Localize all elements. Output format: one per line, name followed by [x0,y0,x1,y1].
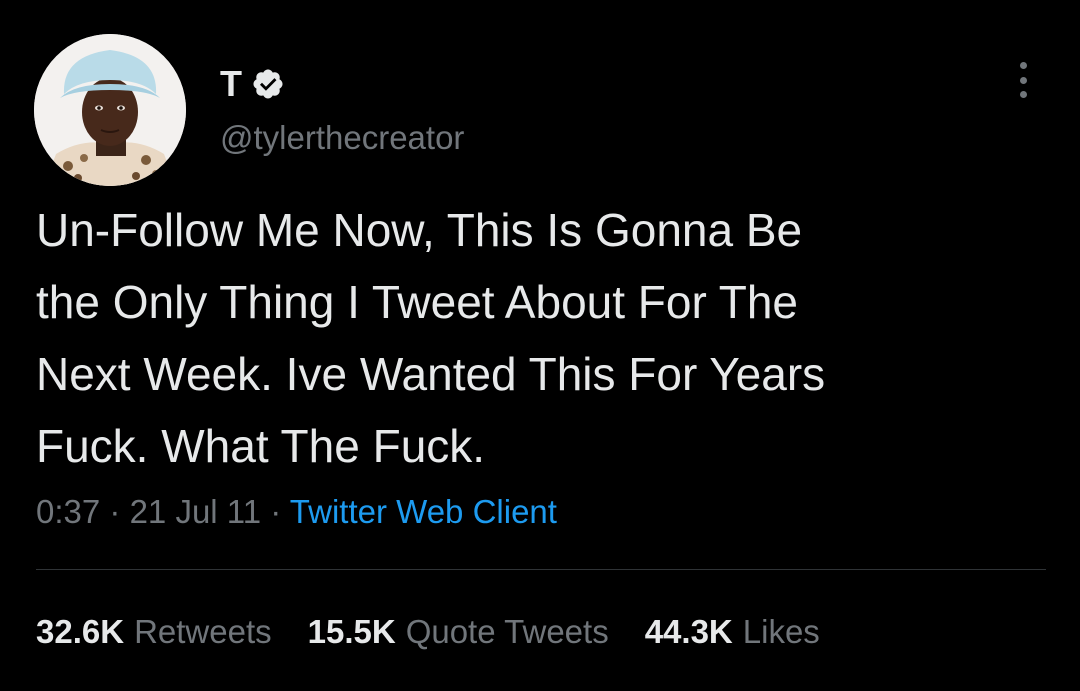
likes-label: Likes [742,613,820,650]
more-dot [1019,62,1027,69]
tweet-card: T @tylerthecreator Un-Follow Me Now, Thi… [0,0,1080,691]
quote-tweets-stat[interactable]: 15.5K Quote Tweets [308,612,609,652]
avatar[interactable] [34,34,186,186]
likes-count: 44.3K [644,613,733,650]
retweets-count: 32.6K [36,613,125,650]
tweet-text: Un-Follow Me Now, This Is Gonna Be the O… [36,204,826,472]
likes-stat[interactable]: 44.3K Likes [645,612,820,652]
author-name-row[interactable]: T [220,62,285,106]
author-handle[interactable]: @tylerthecreator [220,118,464,158]
meta-separator: · [270,493,290,530]
tweet-date[interactable]: 21 Jul 11 [130,493,261,530]
quote-tweets-label: Quote Tweets [405,613,609,650]
more-dot [1019,91,1027,98]
more-options-icon[interactable] [1008,60,1038,100]
tweet-source-link[interactable]: Twitter Web Client [290,493,557,530]
retweets-stat[interactable]: 32.6K Retweets [36,612,272,652]
tweet-time[interactable]: 0:37 [36,493,100,530]
more-dot [1019,76,1027,84]
retweets-label: Retweets [134,613,272,650]
avatar-image [34,34,186,186]
display-name[interactable]: T [220,62,243,106]
divider [36,569,1046,570]
meta-separator: · [109,493,130,530]
tweet-metadata: 0:37 · 21 Jul 11 · Twitter Web Client [36,492,557,532]
tweet-stats: 32.6K Retweets 15.5K Quote Tweets 44.3K … [36,612,856,652]
verified-badge-icon [251,67,285,101]
quote-tweets-count: 15.5K [307,613,396,650]
